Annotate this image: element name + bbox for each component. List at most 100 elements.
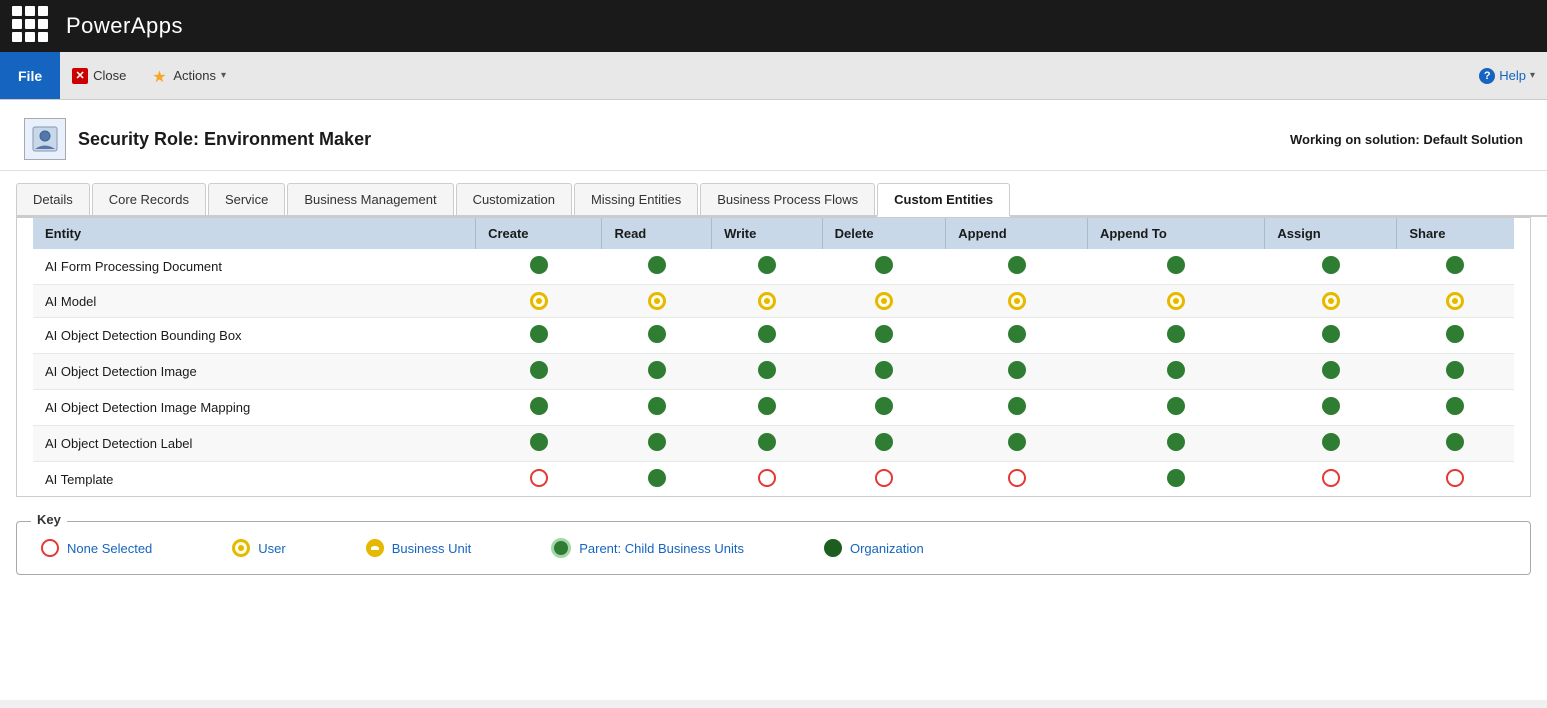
append-cell[interactable]	[946, 249, 1088, 285]
delete-cell[interactable]	[822, 426, 946, 462]
assign-cell[interactable]	[1265, 285, 1397, 318]
key-parent-label: Parent: Child Business Units	[579, 541, 744, 556]
tab-business-process-flows[interactable]: Business Process Flows	[700, 183, 875, 215]
read-cell[interactable]	[602, 285, 712, 318]
read-cell[interactable]	[602, 354, 712, 390]
write-cell[interactable]	[712, 462, 823, 498]
col-share: Share	[1397, 218, 1514, 249]
write-cell[interactable]	[712, 390, 823, 426]
delete-cell[interactable]	[822, 462, 946, 498]
close-icon: ✕	[72, 68, 88, 84]
share-cell[interactable]	[1397, 426, 1514, 462]
append-cell[interactable]	[946, 354, 1088, 390]
key-dot-bu-icon	[366, 539, 384, 557]
col-append: Append	[946, 218, 1088, 249]
close-button[interactable]: ✕ Close	[60, 62, 138, 90]
assign-cell[interactable]	[1265, 249, 1397, 285]
delete-cell[interactable]	[822, 249, 946, 285]
actions-button[interactable]: ★ Actions ▾	[138, 61, 238, 91]
table-row: AI Form Processing Document	[33, 249, 1514, 285]
assign-cell[interactable]	[1265, 426, 1397, 462]
key-bu-label: Business Unit	[392, 541, 471, 556]
read-cell[interactable]	[602, 249, 712, 285]
key-org-label: Organization	[850, 541, 924, 556]
key-user: User	[232, 539, 285, 557]
page-header-left: Security Role: Environment Maker	[24, 118, 371, 160]
tab-core-records[interactable]: Core Records	[92, 183, 206, 215]
share-cell[interactable]	[1397, 318, 1514, 354]
app-grid-icon[interactable]	[12, 6, 52, 46]
write-cell[interactable]	[712, 285, 823, 318]
page-header: Security Role: Environment Maker Working…	[0, 100, 1547, 171]
file-button[interactable]: File	[0, 52, 60, 99]
delete-cell[interactable]	[822, 285, 946, 318]
tab-business-management[interactable]: Business Management	[287, 183, 453, 215]
assign-cell[interactable]	[1265, 390, 1397, 426]
solution-label: Working on solution: Default Solution	[1290, 132, 1523, 147]
col-create: Create	[476, 218, 602, 249]
append-cell[interactable]	[946, 285, 1088, 318]
close-label: Close	[93, 68, 126, 83]
read-cell[interactable]	[602, 462, 712, 498]
key-dot-user-icon	[232, 539, 250, 557]
help-button[interactable]: ? Help ▾	[1479, 68, 1535, 84]
write-cell[interactable]	[712, 354, 823, 390]
append-cell[interactable]	[946, 426, 1088, 462]
appendTo-cell[interactable]	[1087, 390, 1264, 426]
create-cell[interactable]	[476, 285, 602, 318]
write-cell[interactable]	[712, 249, 823, 285]
entity-cell: AI Object Detection Bounding Box	[33, 318, 476, 354]
tab-service[interactable]: Service	[208, 183, 285, 215]
main-content: Security Role: Environment Maker Working…	[0, 100, 1547, 700]
append-cell[interactable]	[946, 462, 1088, 498]
read-cell[interactable]	[602, 426, 712, 462]
delete-cell[interactable]	[822, 390, 946, 426]
tab-custom-entities[interactable]: Custom Entities	[877, 183, 1010, 217]
delete-cell[interactable]	[822, 354, 946, 390]
appendTo-cell[interactable]	[1087, 285, 1264, 318]
entity-table: Entity Create Read Write Delete Append A…	[33, 218, 1514, 497]
appendTo-cell[interactable]	[1087, 318, 1264, 354]
read-cell[interactable]	[602, 318, 712, 354]
entity-cell: AI Model	[33, 285, 476, 318]
table-body: AI Form Processing DocumentAI ModelAI Ob…	[33, 249, 1514, 497]
help-label: Help	[1499, 68, 1526, 83]
toolbar: File ✕ Close ★ Actions ▾ ? Help ▾	[0, 52, 1547, 100]
share-cell[interactable]	[1397, 249, 1514, 285]
entity-table-wrapper[interactable]: Entity Create Read Write Delete Append A…	[16, 217, 1531, 497]
write-cell[interactable]	[712, 318, 823, 354]
col-append-to: Append To	[1087, 218, 1264, 249]
entity-cell: AI Object Detection Image	[33, 354, 476, 390]
read-cell[interactable]	[602, 390, 712, 426]
key-items: None Selected User Business Unit Parent:…	[41, 538, 1506, 558]
appendTo-cell[interactable]	[1087, 354, 1264, 390]
assign-cell[interactable]	[1265, 318, 1397, 354]
col-entity: Entity	[33, 218, 476, 249]
tab-missing-entities[interactable]: Missing Entities	[574, 183, 698, 215]
tab-details[interactable]: Details	[16, 183, 90, 215]
page-title: Security Role: Environment Maker	[78, 129, 371, 150]
append-cell[interactable]	[946, 318, 1088, 354]
help-chevron-icon: ▾	[1530, 70, 1535, 81]
create-cell[interactable]	[476, 426, 602, 462]
create-cell[interactable]	[476, 462, 602, 498]
tab-customization[interactable]: Customization	[456, 183, 572, 215]
delete-cell[interactable]	[822, 318, 946, 354]
share-cell[interactable]	[1397, 462, 1514, 498]
create-cell[interactable]	[476, 318, 602, 354]
key-dot-org-icon	[824, 539, 842, 557]
assign-cell[interactable]	[1265, 354, 1397, 390]
append-cell[interactable]	[946, 390, 1088, 426]
appendTo-cell[interactable]	[1087, 426, 1264, 462]
create-cell[interactable]	[476, 249, 602, 285]
appendTo-cell[interactable]	[1087, 249, 1264, 285]
create-cell[interactable]	[476, 390, 602, 426]
appendTo-cell[interactable]	[1087, 462, 1264, 498]
share-cell[interactable]	[1397, 354, 1514, 390]
write-cell[interactable]	[712, 426, 823, 462]
create-cell[interactable]	[476, 354, 602, 390]
assign-cell[interactable]	[1265, 462, 1397, 498]
table-row: AI Object Detection Image	[33, 354, 1514, 390]
share-cell[interactable]	[1397, 390, 1514, 426]
share-cell[interactable]	[1397, 285, 1514, 318]
